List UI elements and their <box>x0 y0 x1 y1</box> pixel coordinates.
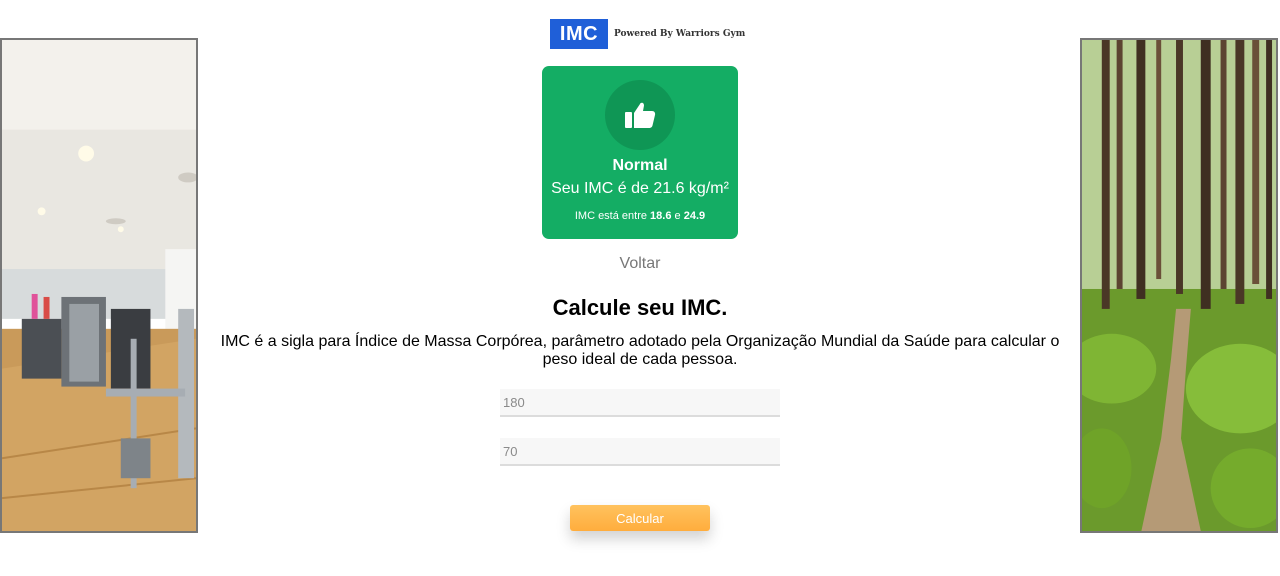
page-description: IMC é a sigla para Índice de Massa Corpó… <box>220 333 1060 368</box>
range-max: 24.9 <box>683 210 706 222</box>
range-prefix: IMC está entre <box>574 210 647 222</box>
forest-photo <box>1080 38 1278 533</box>
page-title: Calcule seu IMC. <box>552 295 728 320</box>
height-input[interactable] <box>500 389 780 417</box>
logo-badge: IMC <box>550 19 608 49</box>
calculate-button[interactable]: Calcular <box>570 505 710 531</box>
gym-photo <box>0 38 198 533</box>
result-icon-circle <box>605 80 675 150</box>
result-value: Seu IMC é de 21.6 kg/m² <box>551 180 729 197</box>
back-link[interactable]: Voltar <box>0 255 1280 273</box>
result-status: Normal <box>612 157 668 174</box>
result-card: Normal Seu IMC é de 21.6 kg/m² IMC está … <box>542 66 738 239</box>
weight-input[interactable] <box>500 438 780 466</box>
app-logo: IMC Powered By Warriors Gym <box>550 19 745 49</box>
result-range: IMC está entre 18.6 e 24.9 <box>542 210 738 222</box>
range-min: 18.6 <box>650 210 672 222</box>
logo-tagline: Powered By Warriors Gym <box>614 29 746 39</box>
range-conj: e <box>674 210 681 222</box>
app-root: IMC Powered By Warriors Gym Normal Seu I… <box>0 0 1280 576</box>
thumbs-up-icon <box>625 102 656 128</box>
